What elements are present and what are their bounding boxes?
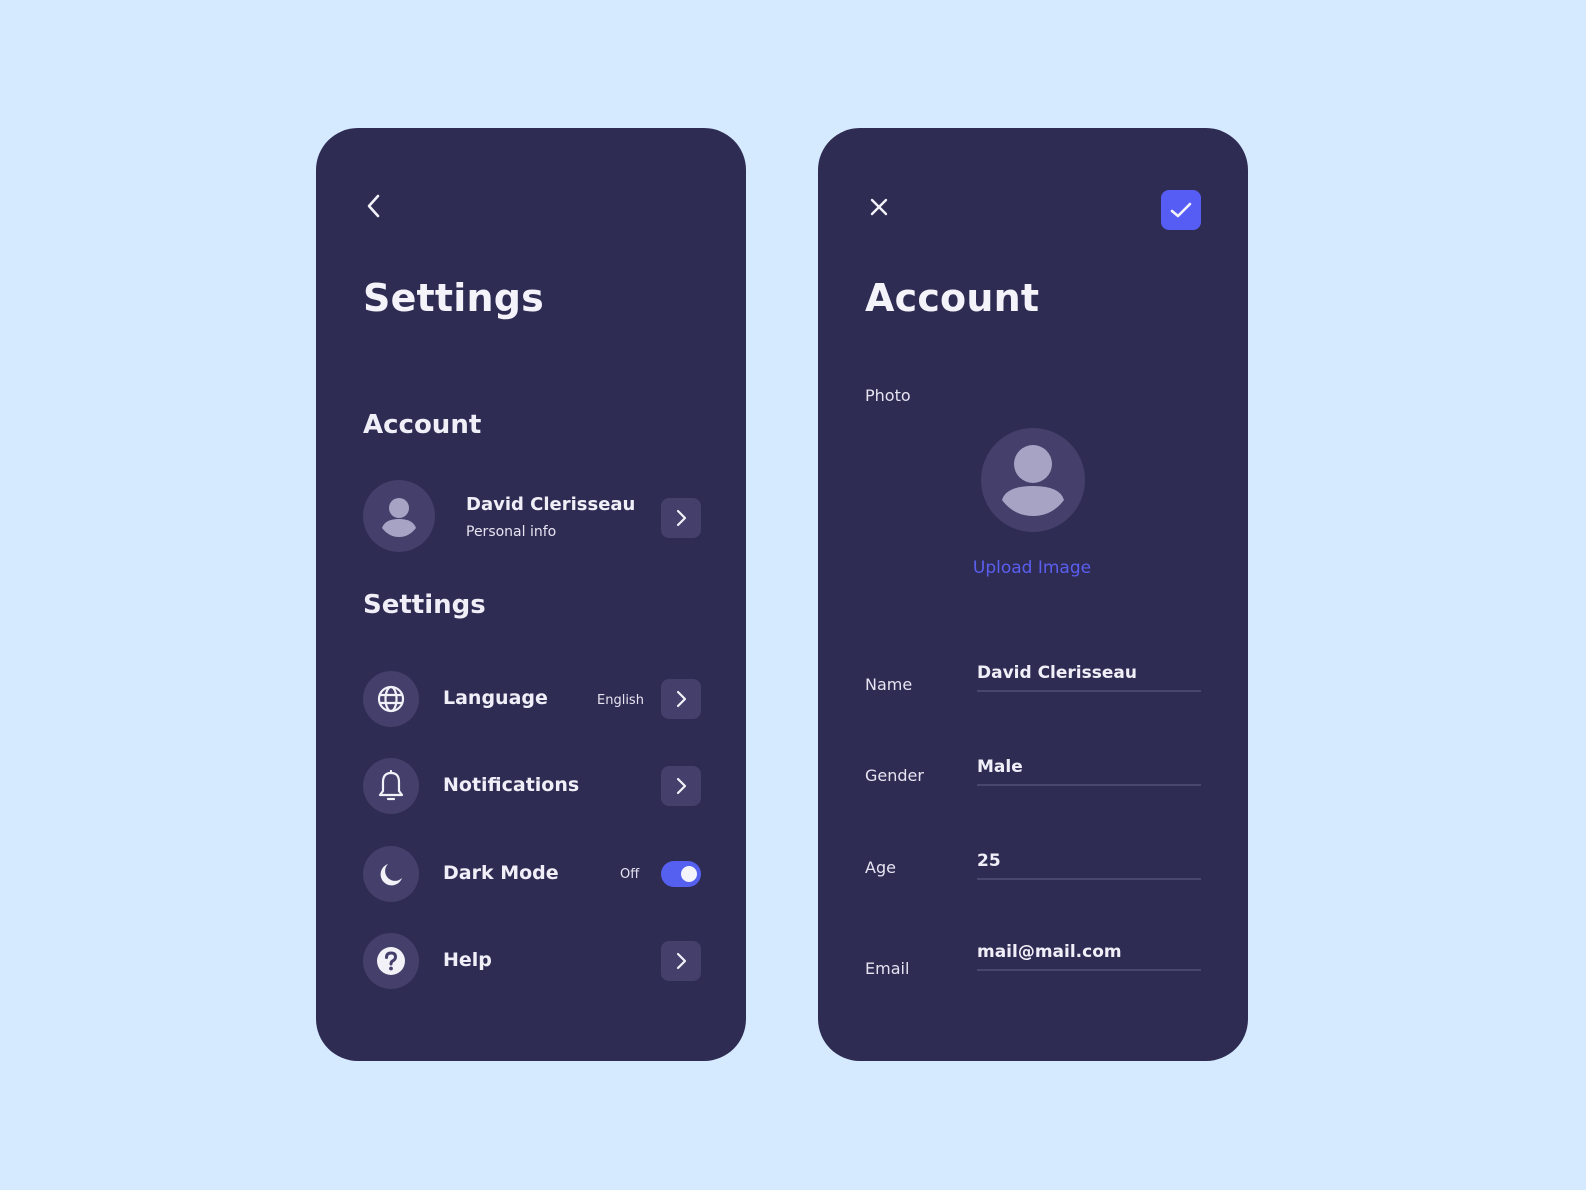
page-title: Settings	[363, 276, 544, 320]
notifications-icon-chip	[363, 758, 419, 814]
chevron-left-icon	[367, 194, 380, 218]
chevron-right-icon	[676, 690, 687, 708]
age-input[interactable]	[977, 844, 1201, 880]
upload-image-link[interactable]: Upload Image	[818, 558, 1248, 578]
language-value: English	[597, 693, 644, 708]
dark-mode-value: Off	[620, 867, 640, 882]
back-button[interactable]	[360, 190, 388, 222]
notifications-label: Notifications	[443, 774, 580, 796]
gender-label: Gender	[865, 766, 924, 785]
profile-subtitle: Personal info	[466, 524, 557, 540]
globe-icon	[377, 685, 405, 713]
language-label: Language	[443, 687, 548, 709]
user-icon	[1002, 445, 1064, 516]
age-label: Age	[865, 858, 896, 877]
name-label: Name	[865, 675, 913, 694]
chevron-right-icon	[676, 509, 687, 527]
account-section-title: Account	[363, 410, 482, 440]
photo-label: Photo	[865, 386, 911, 405]
user-icon	[382, 498, 416, 537]
toggle-knob	[681, 866, 697, 882]
name-input[interactable]	[977, 656, 1201, 692]
bell-icon	[378, 770, 404, 801]
page-title: Account	[865, 276, 1040, 320]
profile-photo	[981, 428, 1085, 532]
moon-icon	[380, 864, 402, 886]
notifications-open-button[interactable]	[661, 766, 701, 806]
close-icon	[870, 198, 888, 216]
profile-open-button[interactable]	[661, 498, 701, 538]
help-circle-icon	[377, 947, 405, 975]
dark-mode-icon-chip	[363, 846, 419, 902]
dark-mode-toggle[interactable]	[661, 861, 701, 887]
chevron-right-icon	[676, 777, 687, 795]
help-icon-chip	[363, 933, 419, 989]
dark-mode-label: Dark Mode	[443, 862, 559, 884]
profile-name: David Clerisseau	[466, 494, 636, 515]
settings-screen: Settings Account David Clerisseau Person…	[316, 128, 746, 1061]
check-icon	[1170, 202, 1192, 218]
email-label: Email	[865, 959, 910, 978]
account-screen: Account Photo Upload Image Name Gender A…	[818, 128, 1248, 1061]
language-icon-chip	[363, 671, 419, 727]
settings-section-title: Settings	[363, 590, 486, 620]
save-button[interactable]	[1161, 190, 1201, 230]
language-open-button[interactable]	[661, 679, 701, 719]
close-button[interactable]	[866, 194, 892, 220]
email-input[interactable]	[977, 935, 1201, 971]
gender-input[interactable]	[977, 750, 1201, 786]
upload-image-label: Upload Image	[972, 558, 1092, 578]
avatar	[363, 480, 435, 552]
help-open-button[interactable]	[661, 941, 701, 981]
chevron-right-icon	[676, 952, 687, 970]
help-label: Help	[443, 949, 492, 971]
